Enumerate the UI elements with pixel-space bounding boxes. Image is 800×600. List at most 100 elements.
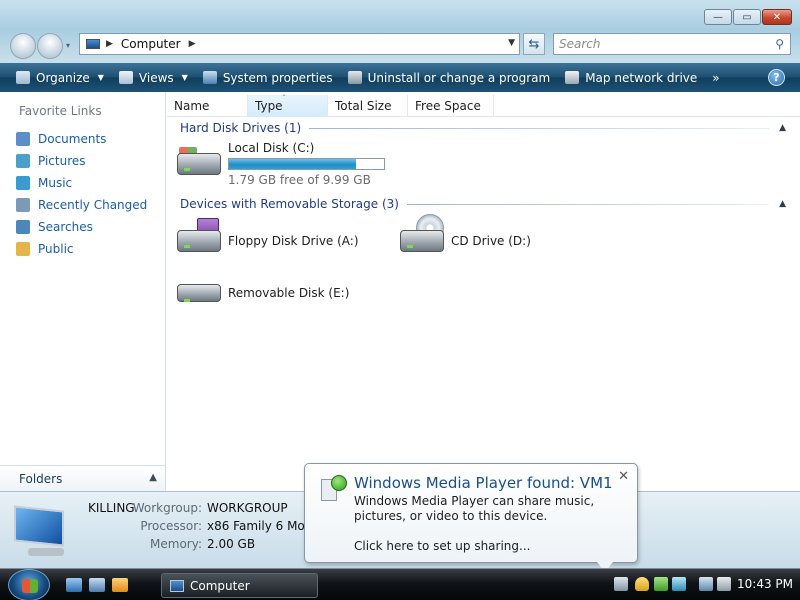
- network-icon[interactable]: [699, 577, 713, 591]
- search-input[interactable]: Search ⚲: [553, 33, 791, 55]
- address-bar[interactable]: ▶ Computer ▶ ▼: [79, 33, 520, 55]
- breadcrumb-separator-icon[interactable]: ▶: [189, 39, 196, 49]
- floppy-drive-icon: [175, 218, 223, 258]
- processor-value: x86 Family 6 Mode: [207, 519, 320, 533]
- windows-logo-icon: [22, 579, 38, 593]
- sort-ascending-icon: ˆ: [282, 94, 286, 103]
- map-network-drive-button[interactable]: Map network drive: [565, 71, 697, 85]
- security-shield-icon[interactable]: [635, 577, 649, 591]
- system-properties-button[interactable]: System properties: [202, 71, 333, 85]
- taskbar: Computer 10:43 PM: [0, 568, 800, 600]
- sync-tray-icon[interactable]: [672, 577, 686, 591]
- notification-title: Windows Media Player found: VM1: [354, 474, 613, 492]
- folders-toggle[interactable]: Folders ▲: [0, 465, 165, 491]
- removable-disk-icon: [175, 270, 223, 310]
- pictures-icon: [16, 154, 30, 168]
- memory-label: Memory:: [150, 537, 202, 551]
- address-row: ▾ ▶ Computer ▶ ▼ ⇆ Search ⚲: [0, 31, 800, 59]
- more-commands-button[interactable]: »: [712, 71, 719, 85]
- column-headers: Name ˆ Type Total Size Free Space: [167, 94, 800, 117]
- title-bar[interactable]: — ▭ ✕: [0, 0, 800, 30]
- media-player-quicklaunch-icon[interactable]: [112, 578, 128, 592]
- network-device-tray-icon[interactable]: [614, 577, 628, 591]
- drive-removable-e[interactable]: Removable Disk (E:): [175, 270, 349, 310]
- drive-name: Removable Disk (E:): [228, 286, 350, 300]
- computer-icon: [170, 579, 184, 592]
- favorite-links-list: Documents Pictures Music Recently Change…: [16, 128, 147, 260]
- cd-drive-icon: [398, 214, 446, 258]
- breadcrumb-computer[interactable]: Computer: [121, 37, 181, 51]
- collapse-group-icon[interactable]: ▲: [779, 123, 786, 133]
- forward-button[interactable]: [37, 33, 63, 59]
- workgroup-value: WORKGROUP: [207, 501, 288, 515]
- column-header-total-size[interactable]: Total Size: [328, 95, 408, 117]
- computer-icon: [86, 39, 100, 49]
- drive-free-space: 1.79 GB free of 9.99 GB: [228, 173, 371, 187]
- help-button[interactable]: ?: [768, 69, 785, 86]
- media-player-icon: [319, 475, 347, 501]
- maximize-button[interactable]: ▭: [733, 9, 761, 25]
- notification-body: Windows Media Player can share music, pi…: [354, 494, 595, 523]
- set-up-sharing-link[interactable]: Click here to set up sharing...: [354, 539, 530, 553]
- disk-usage-fill: [229, 159, 357, 169]
- sidebar-item-public[interactable]: Public: [16, 238, 147, 260]
- update-tray-icon[interactable]: [654, 577, 668, 591]
- window-controls: — ▭ ✕: [704, 9, 792, 25]
- drive-floppy-a[interactable]: Floppy Disk Drive (A:): [175, 218, 359, 258]
- search-placeholder: Search: [559, 37, 601, 51]
- sidebar-item-searches[interactable]: Searches: [16, 216, 147, 238]
- refresh-button[interactable]: ⇆: [523, 33, 545, 55]
- music-icon: [16, 176, 30, 190]
- organize-button[interactable]: Organize ▼: [16, 71, 104, 85]
- close-button[interactable]: ✕: [762, 9, 792, 25]
- content-area: Favorite Links Documents Pictures Music …: [0, 92, 800, 491]
- sidebar-item-recently-changed[interactable]: Recently Changed: [16, 194, 147, 216]
- notification-balloon[interactable]: Windows Media Player found: VM1 Windows …: [304, 463, 638, 563]
- public-folder-icon: [16, 242, 30, 256]
- notification-close-icon[interactable]: ✕: [618, 469, 629, 484]
- drive-cd-d[interactable]: CD Drive (D:): [398, 214, 531, 258]
- drive-local-disk-c[interactable]: Local Disk (C:) 1.79 GB free of 9.99 GB: [175, 141, 385, 187]
- file-list-pane: Name ˆ Type Total Size Free Space Hard D…: [167, 92, 800, 491]
- collapse-group-icon[interactable]: ▲: [779, 199, 786, 209]
- group-header-removable-storage[interactable]: Devices with Removable Storage (3) ▲: [180, 196, 786, 212]
- start-button[interactable]: [8, 569, 50, 600]
- uninstall-icon: [347, 71, 362, 84]
- address-dropdown-icon[interactable]: ▼: [508, 38, 515, 48]
- breadcrumb-separator-icon[interactable]: ▶: [106, 39, 113, 49]
- organize-icon: [16, 71, 30, 84]
- switch-windows-icon[interactable]: [89, 578, 105, 592]
- chevron-down-icon: ▼: [97, 73, 104, 82]
- column-header-free-space[interactable]: Free Space: [408, 95, 494, 117]
- column-header-type[interactable]: ˆ Type: [248, 94, 328, 117]
- disk-usage-bar: [228, 158, 385, 170]
- computer-icon: [12, 505, 70, 556]
- memory-value: 2.00 GB: [207, 537, 256, 551]
- volume-muted-icon[interactable]: [717, 577, 731, 591]
- recently-changed-icon: [16, 198, 30, 212]
- column-header-name[interactable]: Name: [167, 95, 248, 117]
- sidebar-item-music[interactable]: Music: [16, 172, 147, 194]
- searches-icon: [16, 220, 30, 234]
- recent-pages-chevron-icon[interactable]: ▾: [66, 41, 70, 50]
- drive-name: CD Drive (D:): [451, 234, 531, 248]
- search-icon[interactable]: ⚲: [775, 37, 784, 51]
- system-properties-icon: [202, 71, 217, 84]
- show-desktop-icon[interactable]: [66, 578, 82, 592]
- clock[interactable]: 10:43 PM: [737, 577, 793, 591]
- sidebar-item-pictures[interactable]: Pictures: [16, 150, 147, 172]
- workgroup-label: Workgroup:: [132, 501, 202, 515]
- sidebar-item-documents[interactable]: Documents: [16, 128, 147, 150]
- views-icon: [118, 71, 133, 84]
- favorite-links-title: Favorite Links: [19, 104, 102, 118]
- chevron-down-icon: ▼: [181, 73, 188, 82]
- group-header-hard-disk-drives[interactable]: Hard Disk Drives (1) ▲: [180, 120, 786, 136]
- taskbar-button-computer[interactable]: Computer: [161, 573, 318, 598]
- minimize-button[interactable]: —: [704, 9, 732, 25]
- processor-label: Processor:: [140, 519, 202, 533]
- back-button[interactable]: [10, 33, 36, 59]
- uninstall-program-button[interactable]: Uninstall or change a program: [347, 71, 550, 85]
- views-button[interactable]: Views ▼: [118, 71, 188, 85]
- hard-disk-icon: [175, 141, 223, 181]
- drive-name: Local Disk (C:): [228, 141, 315, 155]
